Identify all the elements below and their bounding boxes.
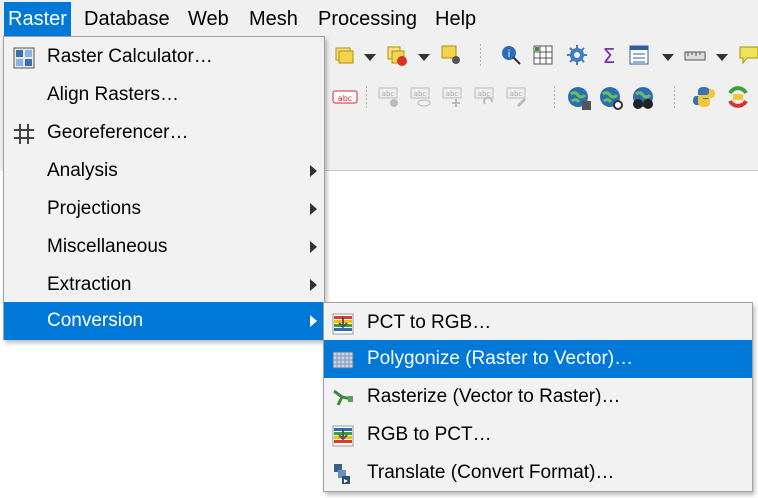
svg-text:abc: abc: [414, 90, 427, 98]
menu-item-miscellaneous[interactable]: Miscellaneous: [4, 228, 324, 266]
dropdown-caret-icon[interactable]: [716, 54, 728, 61]
translate-icon: [334, 464, 350, 484]
attribute-calculator-icon[interactable]: [532, 44, 554, 66]
pin-labels-icon[interactable]: abc: [378, 86, 400, 108]
menu-item-label: Extraction: [47, 274, 132, 295]
menu-item-label: Polygonize (Raster to Vector)…: [367, 348, 634, 369]
pct-to-rgb-icon: [332, 313, 354, 335]
dropdown-caret-icon[interactable]: [418, 54, 430, 61]
menubar: Raster Database Web Mesh Processing Help: [0, 0, 758, 36]
rgb-to-pct-icon: [332, 425, 354, 447]
conversion-submenu: PCT to RGB… Polygonize (Raster to Vector…: [323, 302, 753, 492]
toolbar-separator: [674, 86, 675, 110]
menu-item-label: Translate (Convert Format)…: [367, 462, 615, 483]
identify-features-icon[interactable]: i: [500, 44, 522, 66]
menu-item-georeferencer[interactable]: Georeferencer…: [4, 114, 324, 152]
menu-item-rgb-to-pct[interactable]: RGB to PCT…: [324, 416, 752, 454]
rasterize-icon: [333, 389, 353, 406]
binoculars-globe-icon[interactable]: [630, 85, 656, 111]
statistics-sigma-icon[interactable]: Σ: [598, 44, 620, 66]
attribute-table-icon[interactable]: [628, 44, 650, 66]
menu-item-label: Align Rasters…: [47, 84, 179, 105]
menu-mesh[interactable]: Mesh: [245, 2, 302, 36]
svg-text:abc: abc: [382, 90, 395, 98]
layer-labeling-icon[interactable]: abc: [332, 86, 358, 108]
menu-raster[interactable]: Raster: [4, 2, 71, 36]
menu-item-label: Projections: [47, 198, 141, 219]
move-label-icon[interactable]: abc: [442, 86, 464, 108]
metasearch-globe-icon[interactable]: [566, 85, 592, 111]
submenu-arrow-icon: [310, 279, 317, 291]
deselect-features-icon[interactable]: [386, 45, 408, 67]
menu-item-pct-to-rgb[interactable]: PCT to RGB…: [324, 304, 752, 342]
georeferencer-icon: [14, 124, 34, 144]
python-console-icon[interactable]: [692, 85, 716, 109]
settings-gear-icon[interactable]: [566, 44, 588, 66]
toolbar-selection: i Σ: [322, 36, 758, 76]
menu-item-projections[interactable]: Projections: [4, 190, 324, 228]
select-features-icon[interactable]: [334, 45, 356, 67]
toolbar-separator: [480, 44, 481, 68]
toolbar-separator: [554, 86, 555, 110]
submenu-arrow-icon: [310, 165, 317, 177]
raster-calculator-icon: [13, 47, 35, 69]
change-label-icon[interactable]: abc: [506, 86, 528, 108]
menu-item-label: Miscellaneous: [47, 236, 168, 257]
toolbar-labels: abc abc abc abc abc abc: [322, 78, 758, 118]
geo-search-globe-icon[interactable]: [598, 85, 624, 111]
menu-item-label: Analysis: [47, 160, 118, 181]
toolbar-empty: [322, 118, 758, 171]
svg-text:i: i: [508, 49, 511, 60]
toolbar-separator: [366, 86, 367, 110]
svg-text:abc: abc: [510, 90, 523, 98]
raster-menu: Raster Calculator… Align Rasters… Georef…: [3, 36, 325, 340]
dropdown-caret-icon[interactable]: [662, 54, 674, 61]
menu-item-label: PCT to RGB…: [367, 312, 492, 333]
submenu-arrow-icon: [310, 203, 317, 215]
menu-item-label: RGB to PCT…: [367, 424, 492, 445]
show-hide-labels-icon[interactable]: abc: [410, 86, 432, 108]
menu-web[interactable]: Web: [184, 2, 233, 36]
menu-item-extraction[interactable]: Extraction: [4, 266, 324, 304]
menu-database[interactable]: Database: [80, 2, 174, 36]
polygonize-icon: [332, 351, 354, 369]
svg-text:Σ: Σ: [603, 44, 616, 66]
svg-text:abc: abc: [446, 90, 459, 98]
svg-text:abc: abc: [338, 94, 352, 103]
measure-line-icon[interactable]: [684, 45, 706, 67]
select-by-location-icon[interactable]: [440, 44, 462, 66]
menu-processing[interactable]: Processing: [314, 2, 421, 36]
menu-item-label: Rasterize (Vector to Raster)…: [367, 386, 621, 407]
menu-item-polygonize[interactable]: Polygonize (Raster to Vector)…: [324, 340, 752, 378]
submenu-arrow-icon: [310, 315, 317, 327]
dropdown-caret-icon[interactable]: [364, 54, 376, 61]
menu-item-translate[interactable]: Translate (Convert Format)…: [324, 454, 752, 492]
menu-item-conversion[interactable]: Conversion: [4, 302, 324, 340]
plugin-refresh-icon[interactable]: [726, 85, 750, 109]
menu-item-label: Raster Calculator…: [47, 46, 213, 67]
menu-item-align-rasters[interactable]: Align Rasters…: [4, 76, 324, 114]
menu-help[interactable]: Help: [431, 2, 480, 36]
menu-item-label: Conversion: [47, 310, 144, 331]
menu-item-label: Georeferencer…: [47, 122, 189, 143]
map-tips-icon[interactable]: [738, 44, 758, 66]
menu-item-raster-calculator[interactable]: Raster Calculator…: [4, 38, 324, 76]
menu-item-rasterize[interactable]: Rasterize (Vector to Raster)…: [324, 378, 752, 416]
submenu-arrow-icon: [310, 241, 317, 253]
rotate-label-icon[interactable]: abc: [474, 86, 496, 108]
menu-item-analysis[interactable]: Analysis: [4, 152, 324, 190]
